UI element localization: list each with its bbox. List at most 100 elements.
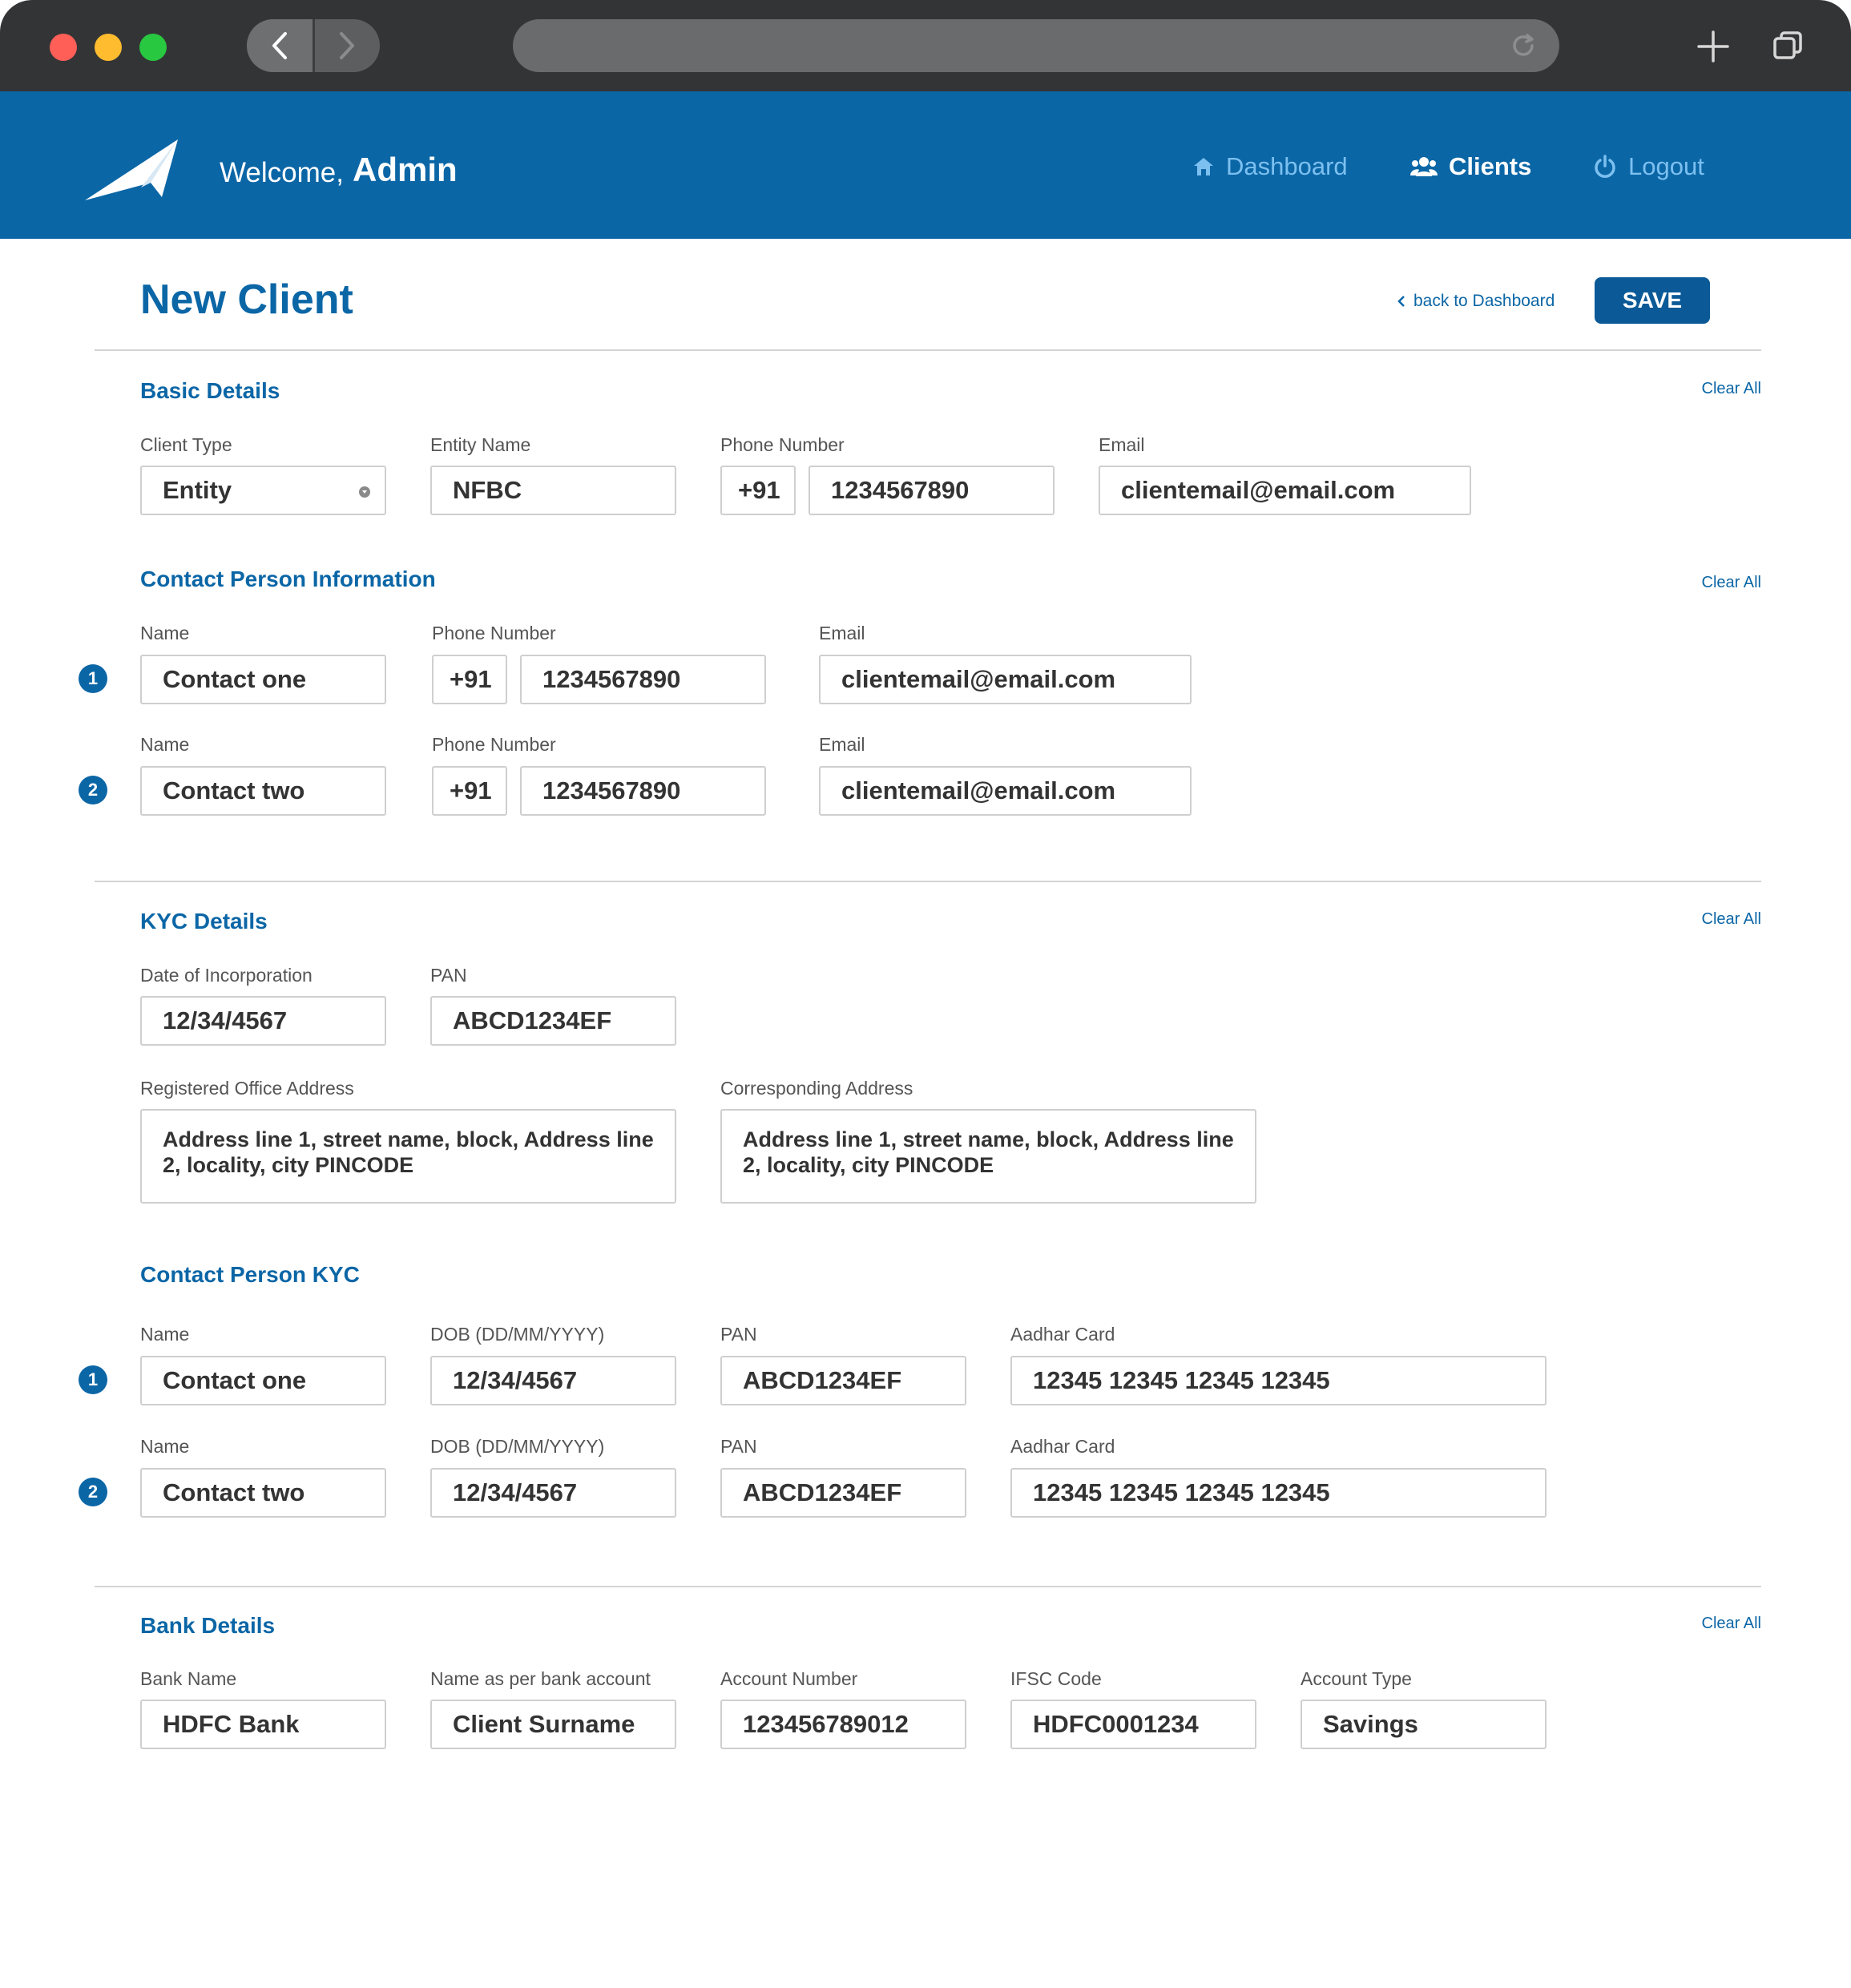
history-nav xyxy=(247,19,380,72)
clear-all-kyc[interactable]: Clear All xyxy=(1702,910,1761,929)
account-type-label: Account Type xyxy=(1301,1668,1412,1689)
address-bar[interactable] xyxy=(513,19,1559,72)
client-type-select[interactable]: Entity xyxy=(140,466,386,515)
ckyc-pan-label: PAN xyxy=(720,1436,757,1457)
ckyc-name-label: Name xyxy=(140,1324,190,1345)
tabs-icon[interactable] xyxy=(1772,30,1803,61)
paper-plane-logo xyxy=(85,139,178,200)
ckyc-dob-label: DOB (DD/MM/YYYY) xyxy=(430,1324,605,1345)
home-icon xyxy=(1194,158,1213,175)
contact-name-input[interactable]: Contact one xyxy=(140,655,386,704)
ckyc-pan-input[interactable]: ABCD1234EF xyxy=(720,1356,966,1405)
doi-input[interactable]: 12/34/4567 xyxy=(140,996,386,1046)
ckyc-dob-input[interactable]: 12/34/4567 xyxy=(430,1356,676,1405)
clear-all-contacts[interactable]: Clear All xyxy=(1702,574,1761,592)
contact-email-input[interactable]: clientemail@email.com xyxy=(819,766,1192,816)
ckyc-aadhar-label: Aadhar Card xyxy=(1010,1324,1115,1345)
registered-address-label: Registered Office Address xyxy=(140,1078,354,1099)
contact-email-input[interactable]: clientemail@email.com xyxy=(819,655,1192,704)
account-type-input[interactable]: Savings xyxy=(1301,1700,1547,1749)
email-input[interactable]: clientemail@email.com xyxy=(1099,466,1471,515)
holder-name-input[interactable]: Client Surname xyxy=(430,1700,676,1749)
client-type-label: Client Type xyxy=(140,434,232,455)
nav-logout-label: Logout xyxy=(1628,152,1704,180)
divider xyxy=(95,881,1761,882)
account-number-label: Account Number xyxy=(720,1668,858,1689)
save-button[interactable]: SAVE xyxy=(1595,277,1710,324)
corresponding-address-label: Corresponding Address xyxy=(720,1078,913,1099)
contact-phone-label: Phone Number xyxy=(432,734,556,755)
ckyc-aadhar-label: Aadhar Card xyxy=(1010,1436,1115,1457)
account-number-input[interactable]: 123456789012 xyxy=(720,1700,966,1749)
chevron-down-icon xyxy=(359,486,370,498)
section-title-kyc: KYC Details xyxy=(140,909,268,934)
doi-label: Date of Incorporation xyxy=(140,965,313,986)
close-window-button[interactable] xyxy=(50,34,77,61)
ckyc-pan-label: PAN xyxy=(720,1324,757,1345)
forward-button[interactable] xyxy=(315,19,381,72)
back-button[interactable] xyxy=(247,19,315,72)
nav-logout[interactable]: Logout xyxy=(1593,152,1704,181)
app-header: Welcome, Admin Dashboard Clients Logout xyxy=(0,91,1851,239)
browser-toolbar xyxy=(0,0,1851,91)
ckyc-name-input[interactable]: Contact one xyxy=(140,1356,386,1405)
client-type-value: Entity xyxy=(163,476,232,504)
minimize-window-button[interactable] xyxy=(95,34,122,61)
reload-icon[interactable] xyxy=(1510,32,1537,59)
power-icon xyxy=(1595,155,1615,178)
ckyc-aadhar-input[interactable]: 12345 12345 12345 12345 xyxy=(1010,1468,1547,1518)
bank-name-input[interactable]: HDFC Bank xyxy=(140,1700,386,1749)
entity-name-input[interactable]: NFBC xyxy=(430,466,676,515)
holder-name-label: Name as per bank account xyxy=(430,1668,651,1689)
contact-index-badge: 2 xyxy=(79,776,107,804)
nav-clients[interactable]: Clients xyxy=(1410,152,1531,181)
section-title-bank: Bank Details xyxy=(140,1613,276,1638)
pan-label: PAN xyxy=(430,965,467,986)
entity-name-label: Entity Name xyxy=(430,434,531,455)
section-title-contact-kyc: Contact Person KYC xyxy=(140,1262,360,1287)
ckyc-name-input[interactable]: Contact two xyxy=(140,1468,386,1518)
page-title: New Client xyxy=(140,276,353,323)
pan-input[interactable]: ABCD1234EF xyxy=(430,996,676,1046)
phone-input[interactable]: 1234567890 xyxy=(809,466,1055,515)
ifsc-input[interactable]: HDFC0001234 xyxy=(1010,1700,1256,1749)
users-icon xyxy=(1410,157,1438,176)
clear-all-bank[interactable]: Clear All xyxy=(1702,1615,1761,1633)
contact-index-badge: 1 xyxy=(79,664,107,693)
divider xyxy=(95,1586,1761,1587)
chevron-left-icon xyxy=(1397,296,1405,307)
contact-phone-input[interactable]: 1234567890 xyxy=(520,766,766,816)
ckyc-name-label: Name xyxy=(140,1436,190,1457)
user-name: Admin xyxy=(353,151,458,188)
section-title-contacts: Contact Person Information xyxy=(140,567,436,591)
contact-phone-input[interactable]: 1234567890 xyxy=(520,655,766,704)
clear-all-basic[interactable]: Clear All xyxy=(1702,380,1761,398)
ckyc-index-badge: 1 xyxy=(79,1365,107,1394)
ckyc-dob-input[interactable]: 12/34/4567 xyxy=(430,1468,676,1518)
phone-code-input[interactable]: +91 xyxy=(720,466,796,515)
contact-name-label: Name xyxy=(140,623,190,643)
maximize-window-button[interactable] xyxy=(139,34,167,61)
browser-window: Welcome, Admin Dashboard Clients Logout … xyxy=(0,0,1851,1988)
ckyc-index-badge: 2 xyxy=(79,1478,107,1506)
registered-address-input[interactable]: Address line 1, street name, block, Addr… xyxy=(140,1109,676,1204)
nav-dashboard[interactable]: Dashboard xyxy=(1192,152,1348,181)
ckyc-aadhar-input[interactable]: 12345 12345 12345 12345 xyxy=(1010,1356,1547,1405)
email-label: Email xyxy=(1099,434,1145,455)
corresponding-address-input[interactable]: Address line 1, street name, block, Addr… xyxy=(720,1109,1256,1204)
contact-phone-code-input[interactable]: +91 xyxy=(432,766,507,816)
nav-clients-label: Clients xyxy=(1449,152,1532,180)
contact-phone-label: Phone Number xyxy=(432,623,556,643)
contact-phone-code-input[interactable]: +91 xyxy=(432,655,507,704)
contact-name-input[interactable]: Contact two xyxy=(140,766,386,816)
section-title-basic: Basic Details xyxy=(140,378,280,403)
contact-email-label: Email xyxy=(819,623,865,643)
welcome-text: Welcome, xyxy=(220,157,344,188)
back-to-dashboard-link[interactable]: back to Dashboard xyxy=(1397,292,1555,311)
nav-dashboard-label: Dashboard xyxy=(1226,152,1348,180)
plus-icon[interactable] xyxy=(1697,30,1729,63)
ckyc-pan-input[interactable]: ABCD1234EF xyxy=(720,1468,966,1518)
bank-name-label: Bank Name xyxy=(140,1668,237,1689)
contact-name-label: Name xyxy=(140,734,190,755)
phone-label: Phone Number xyxy=(720,434,845,455)
